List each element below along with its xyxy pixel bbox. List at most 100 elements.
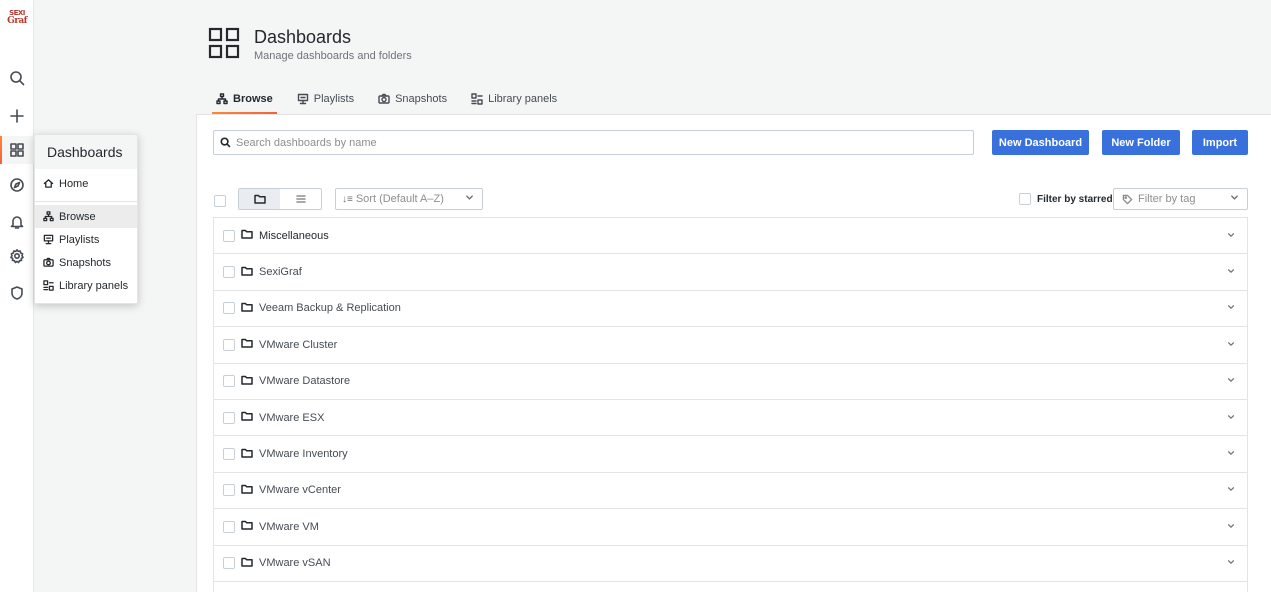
sidebar-admin-button[interactable] [0,279,34,307]
page-subtitle: Manage dashboards and folders [254,49,412,62]
folder-row[interactable]: Veeam Backup & Replication [213,289,1248,327]
folder-checkbox[interactable] [223,448,235,461]
chevron-down-icon[interactable] [1227,557,1235,569]
flyout-item-label: Snapshots [59,256,111,269]
folder-name: VMware Datastore [259,375,351,388]
tab-label: Playlists [313,93,355,105]
flyout-item-label: Home [59,177,89,190]
folder-row[interactable] [213,580,1248,592]
flyout-header[interactable]: Dashboards [35,135,137,169]
filter-starred[interactable]: Filter by starred [1019,193,1113,205]
list-view-button[interactable] [280,189,321,209]
plus-icon [10,109,24,123]
folder-row[interactable]: VMware ESX [213,398,1248,436]
sidebar-search-button[interactable] [0,64,34,92]
chevron-down-icon[interactable] [1227,230,1235,242]
folder-name: VMware Inventory [259,448,348,461]
folder-checkbox[interactable] [223,484,235,497]
folder-checkbox[interactable] [223,375,235,388]
tab-library-panels[interactable]: Library panels [463,84,565,114]
view-mode-toggle [238,188,322,210]
bell-icon [10,216,24,229]
compass-icon [10,178,24,192]
folder-row[interactable]: SexiGraf [213,253,1248,290]
dashboards-flyout-menu: Dashboards Home Browse Playlists Snapsho… [34,134,138,304]
flyout-item-browse[interactable]: Browse [35,205,137,228]
folder-name: Veeam Backup & Replication [259,302,401,315]
chevron-down-icon[interactable] [1227,448,1235,460]
sexigraf-logo[interactable]: SEXI Graf [4,5,30,31]
chevron-down-icon[interactable] [1227,339,1235,351]
folder-icon [241,374,253,389]
folder-checkbox[interactable] [223,520,235,533]
folder-name: VMware VM [259,520,319,533]
folder-icon [241,447,253,462]
import-button[interactable]: Import [1192,130,1248,155]
tab-playlists[interactable]: Playlists [289,84,362,114]
chevron-down-icon [465,193,474,205]
tag-icon [1122,194,1133,204]
sidebar-settings-button[interactable] [0,242,34,270]
new-dashboard-button[interactable]: New Dashboard [992,130,1089,155]
folder-row[interactable]: VMware vCenter [213,471,1248,509]
folder-checkbox[interactable] [223,338,235,351]
camera-icon [378,93,390,104]
home-icon [43,179,54,188]
chevron-down-icon[interactable] [1227,375,1235,387]
folder-name: VMware ESX [259,411,325,424]
sidebar-create-button[interactable] [0,102,34,130]
dashboards-icon [208,27,240,58]
tab-snapshots[interactable]: Snapshots [370,84,455,114]
new-folder-button[interactable]: New Folder [1102,130,1180,155]
folder-icon [241,228,253,243]
folder-row[interactable]: VMware Datastore [213,362,1248,399]
folder-name: VMware Cluster [259,338,338,351]
folder-checkbox[interactable] [223,411,235,424]
folder-row[interactable]: VMware Inventory [213,435,1248,472]
chevron-down-icon[interactable] [1227,266,1235,278]
search-input[interactable] [236,136,936,149]
filter-starred-checkbox[interactable] [1019,193,1031,205]
list-icon [295,195,306,203]
sort-select[interactable]: ↓≡ Sort (Default A–Z) [335,188,483,210]
flyout-item-snapshots[interactable]: Snapshots [35,251,137,274]
folder-icon [241,556,253,571]
folder-checkbox[interactable] [223,229,235,242]
folder-name: VMware vSAN [259,557,331,570]
presentation-icon [297,93,308,105]
select-all-checkbox[interactable] [214,195,226,207]
folder-checkbox[interactable] [223,266,235,279]
chevron-down-icon[interactable] [1227,412,1235,424]
tab-browse[interactable]: Browse [208,84,281,114]
folder-icon [253,194,266,204]
folder-row[interactable]: VMware Cluster [213,326,1248,363]
folder-row[interactable]: VMware VM [213,508,1248,545]
chevron-down-icon[interactable] [1227,484,1235,496]
camera-icon [43,257,54,267]
folder-name: Miscellaneous [259,229,329,242]
tag-filter-select[interactable]: Filter by tag [1113,188,1248,210]
folder-row[interactable]: Miscellaneous [213,217,1248,254]
folder-name: SexiGraf [259,266,302,279]
folder-list: Miscellaneous SexiGraf Veeam Backup & Re… [213,217,1248,592]
folder-view-button[interactable] [239,189,280,209]
folder-checkbox[interactable] [223,302,235,315]
chevron-down-icon[interactable] [1227,302,1235,314]
flyout-item-library-panels[interactable]: Library panels [35,274,137,297]
flyout-item-playlists[interactable]: Playlists [35,228,137,251]
shield-icon [11,286,23,300]
presentation-icon [43,234,54,245]
page-header: Dashboards Manage dashboards and folders [208,24,412,64]
sidebar-explore-button[interactable] [0,171,34,199]
sitemap-icon [43,211,54,222]
browse-panel: New Dashboard New Folder Import ↓≡ Sort … [196,114,1271,592]
flyout-item-home[interactable]: Home [35,172,137,195]
sidebar-dashboards-button[interactable] [0,136,34,164]
folder-row[interactable]: VMware vSAN [213,544,1248,581]
folder-checkbox[interactable] [223,557,235,570]
chevron-down-icon[interactable] [1227,521,1235,533]
folder-name: VMware vCenter [259,484,341,497]
folder-icon [241,410,253,425]
search-box[interactable] [213,130,974,155]
sidebar-alerting-button[interactable] [0,208,34,236]
